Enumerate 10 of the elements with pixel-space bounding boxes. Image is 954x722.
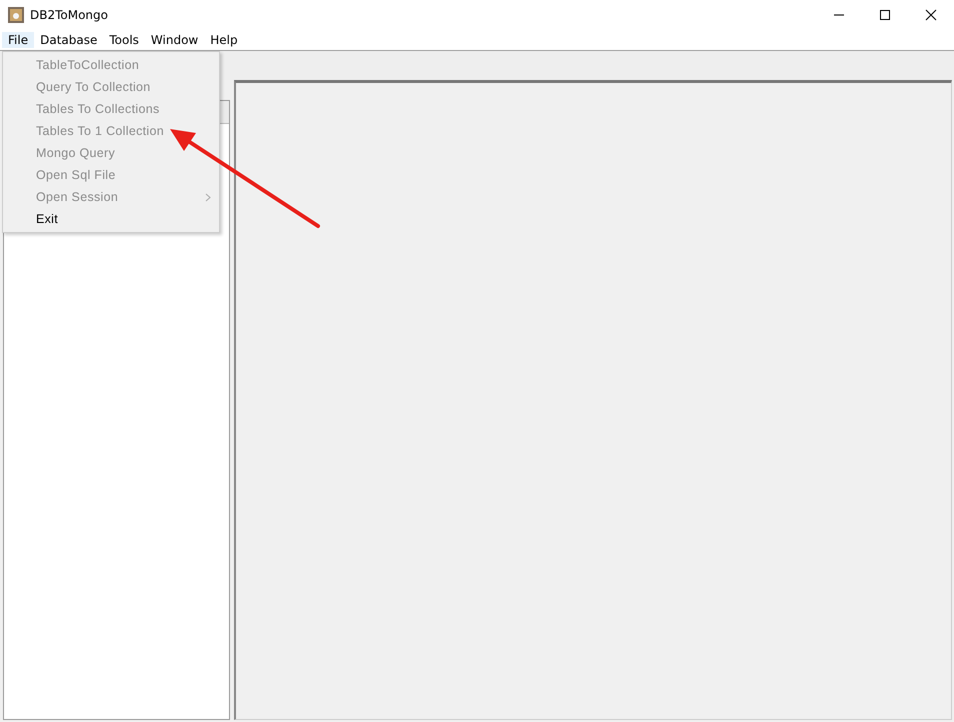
menu-option[interactable]: Exit (36, 212, 58, 226)
app-icon (8, 7, 24, 23)
menu-item[interactable]: Database (34, 32, 104, 48)
menu-item[interactable]: Window (144, 32, 204, 48)
close-icon (925, 9, 937, 21)
menu-item[interactable]: Tools (103, 32, 145, 48)
window-title: DB2ToMongo (30, 8, 108, 22)
maximize-icon (879, 9, 891, 21)
menu-item[interactable]: Help (204, 32, 244, 48)
menu-item[interactable]: File (2, 32, 34, 48)
